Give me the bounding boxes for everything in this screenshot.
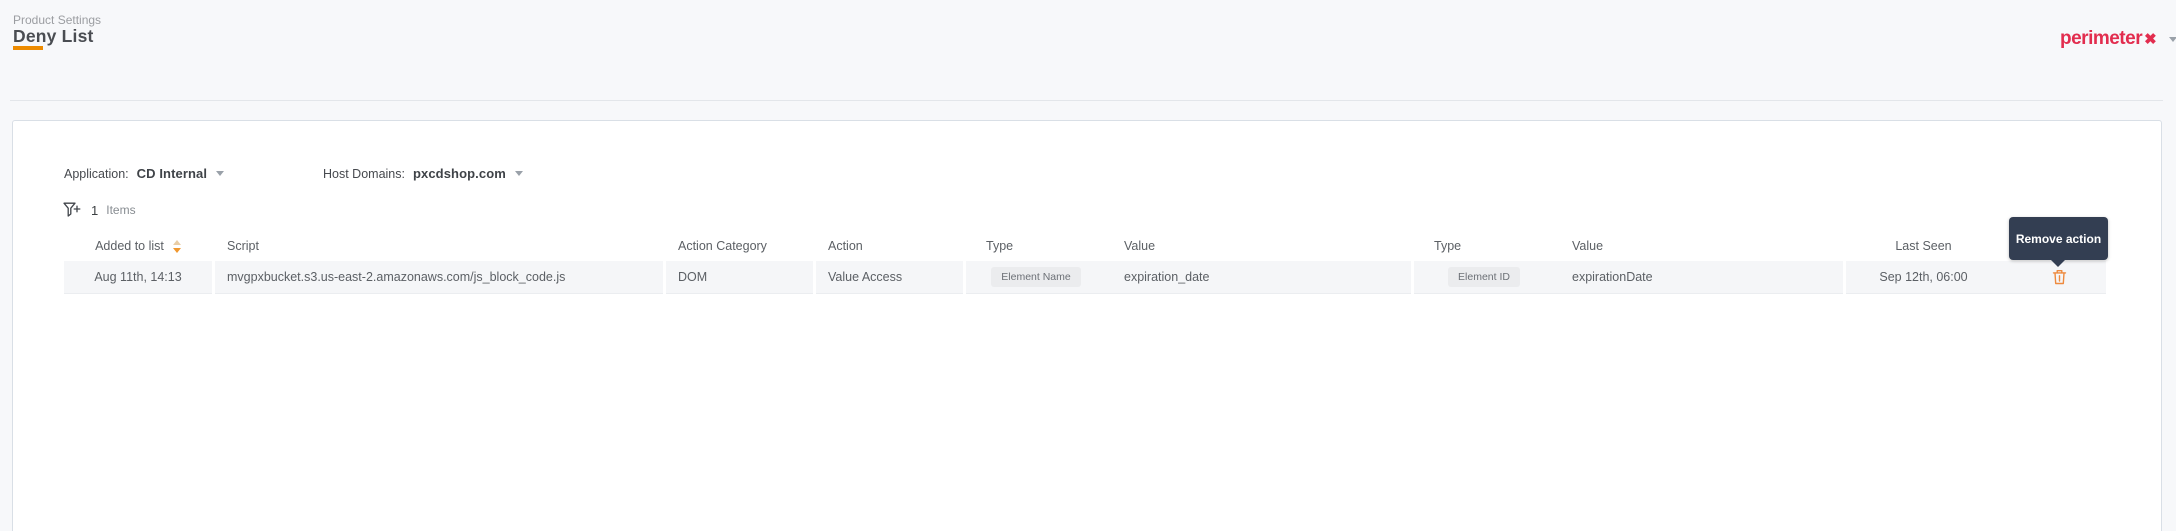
- cell-value-2: expirationDate: [1572, 270, 1653, 284]
- deny-list-table: Added to list Script Action Category Act…: [64, 231, 2106, 294]
- perimeterx-logo: perimeter: [2060, 28, 2143, 49]
- chevron-down-icon: [514, 171, 523, 176]
- cell-value-1: expiration_date: [1124, 270, 1210, 284]
- host-domains-dropdown[interactable]: Host Domains: pxcdshop.com: [323, 166, 523, 181]
- title-accent-underline: [13, 46, 43, 50]
- cell-action: Value Access: [828, 270, 903, 284]
- header-divider: [10, 100, 2163, 101]
- cell-last-seen: Sep 12th, 06:00: [1879, 270, 1968, 284]
- filter-plus-icon: [63, 202, 81, 217]
- perimeterx-x-icon: ✖: [2144, 31, 2157, 48]
- column-header-value-1: Value: [1124, 239, 1156, 253]
- host-domains-label: Host Domains:: [323, 166, 405, 181]
- cell-action-category: DOM: [678, 270, 708, 284]
- column-header-last-seen: Last Seen: [1895, 239, 1952, 253]
- chevron-down-icon: [2168, 36, 2176, 42]
- type-badge: Element Name: [991, 267, 1081, 287]
- cell-script: mvgpxbucket.s3.us-east-2.amazonaws.com/j…: [227, 270, 566, 284]
- breadcrumb: Product Settings: [13, 13, 102, 27]
- sort-asc-arrow-icon: [172, 239, 181, 245]
- add-filter-button[interactable]: [63, 202, 81, 218]
- type-badge: Element ID: [1448, 267, 1520, 287]
- column-header-action: Action: [828, 239, 863, 253]
- content-panel: Application: CD Internal Host Domains: p…: [12, 120, 2162, 531]
- page-title: Deny List: [13, 26, 94, 46]
- column-header-added-to-list[interactable]: Added to list: [64, 239, 212, 253]
- column-header-action-category: Action Category: [678, 239, 767, 253]
- items-summary-row: 1 Items: [63, 202, 136, 218]
- table-row: Aug 11th, 14:13 mvgpxbucket.s3.us-east-2…: [64, 261, 2106, 294]
- remove-action-button[interactable]: [2052, 269, 2067, 285]
- remove-action-tooltip: Remove action: [2009, 217, 2108, 267]
- application-label: Application:: [64, 166, 129, 181]
- tooltip-arrow: [2051, 260, 2065, 267]
- items-count-label: Items: [106, 203, 136, 217]
- account-menu[interactable]: perimeter ✖: [2060, 28, 2176, 50]
- column-header-type-1: Type: [986, 239, 1014, 253]
- application-value: CD Internal: [136, 166, 208, 181]
- trash-icon: [2052, 270, 2067, 285]
- cell-type-2: Element ID: [1414, 261, 1554, 293]
- deny-list-page: Product Settings Deny List perimeter ✖ A…: [0, 0, 2176, 531]
- application-dropdown[interactable]: Application: CD Internal: [64, 166, 225, 181]
- sort-icon[interactable]: [172, 239, 181, 253]
- cell-added-to-list: Aug 11th, 14:13: [94, 270, 182, 284]
- column-header-value-2: Value: [1572, 239, 1604, 253]
- items-count: 1: [91, 202, 99, 218]
- host-domains-value: pxcdshop.com: [412, 166, 506, 181]
- column-header-type-2: Type: [1434, 239, 1462, 253]
- sort-desc-arrow-icon: [172, 247, 181, 253]
- cell-type-1: Element Name: [966, 261, 1106, 293]
- chevron-down-icon: [216, 171, 225, 176]
- tooltip-label: Remove action: [2015, 231, 2102, 246]
- table-header-row: Added to list Script Action Category Act…: [64, 231, 2106, 261]
- column-header-script: Script: [227, 239, 259, 253]
